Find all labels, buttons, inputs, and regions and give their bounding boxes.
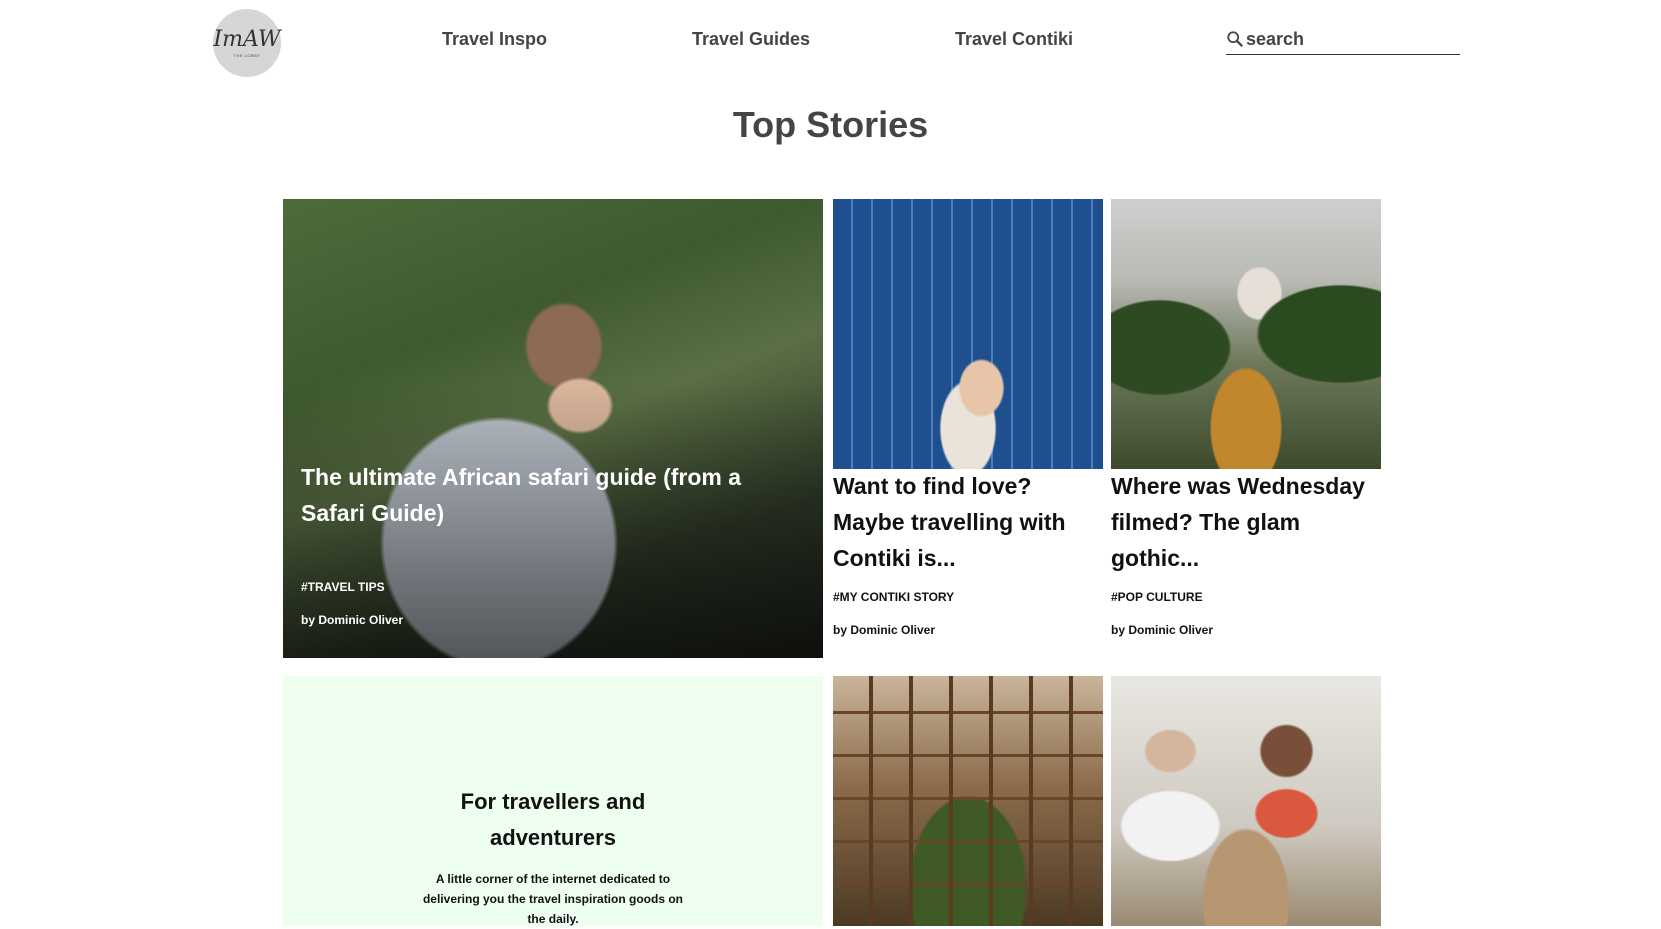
story-title-wednesday[interactable]: Where was Wednesday filmed? The glam got… xyxy=(1111,468,1373,576)
feature-story-byline: by Dominic Oliver xyxy=(301,613,404,627)
story-tag-contiki-love[interactable]: #MY CONTIKI STORY xyxy=(833,590,954,604)
logo-mark: ImAW xyxy=(213,26,281,52)
story-title-contiki-love[interactable]: Want to find love? Maybe travelling with… xyxy=(833,468,1095,576)
promo-block: For travellers and adventurers A little … xyxy=(283,676,823,926)
search-input[interactable] xyxy=(1246,28,1446,50)
story-image-contiki-love[interactable] xyxy=(833,199,1103,469)
story-image-wednesday[interactable] xyxy=(1111,199,1381,469)
story-byline-contiki-love: by Dominic Oliver xyxy=(833,623,936,637)
story-tag-wednesday[interactable]: #POP CULTURE xyxy=(1111,590,1203,604)
logo-subtext: THE LOBBY xyxy=(233,52,261,58)
feature-story-title[interactable]: The ultimate African safari guide (from … xyxy=(301,459,791,531)
search-bar[interactable] xyxy=(1226,24,1460,55)
nav-travel-guides[interactable]: Travel Guides xyxy=(692,29,810,50)
promo-text: A little corner of the internet dedicate… xyxy=(422,872,684,926)
page-title: Top Stories xyxy=(732,104,929,145)
feature-story-card[interactable]: The ultimate African safari guide (from … xyxy=(283,199,823,658)
nav-travel-inspo[interactable]: Travel Inspo xyxy=(442,29,547,50)
feature-story-tag[interactable]: #TRAVEL TIPS xyxy=(301,580,385,594)
nav-travel-contiki[interactable]: Travel Contiki xyxy=(955,29,1073,50)
site-logo[interactable]: ImAW THE LOBBY xyxy=(213,9,281,77)
search-icon[interactable] xyxy=(1226,30,1244,48)
story-byline-wednesday: by Dominic Oliver xyxy=(1111,623,1214,637)
story-image-abandoned-building[interactable] xyxy=(833,676,1103,926)
story-image-market-couple[interactable] xyxy=(1111,676,1381,926)
promo-heading: For travellers and adventurers xyxy=(460,789,646,850)
